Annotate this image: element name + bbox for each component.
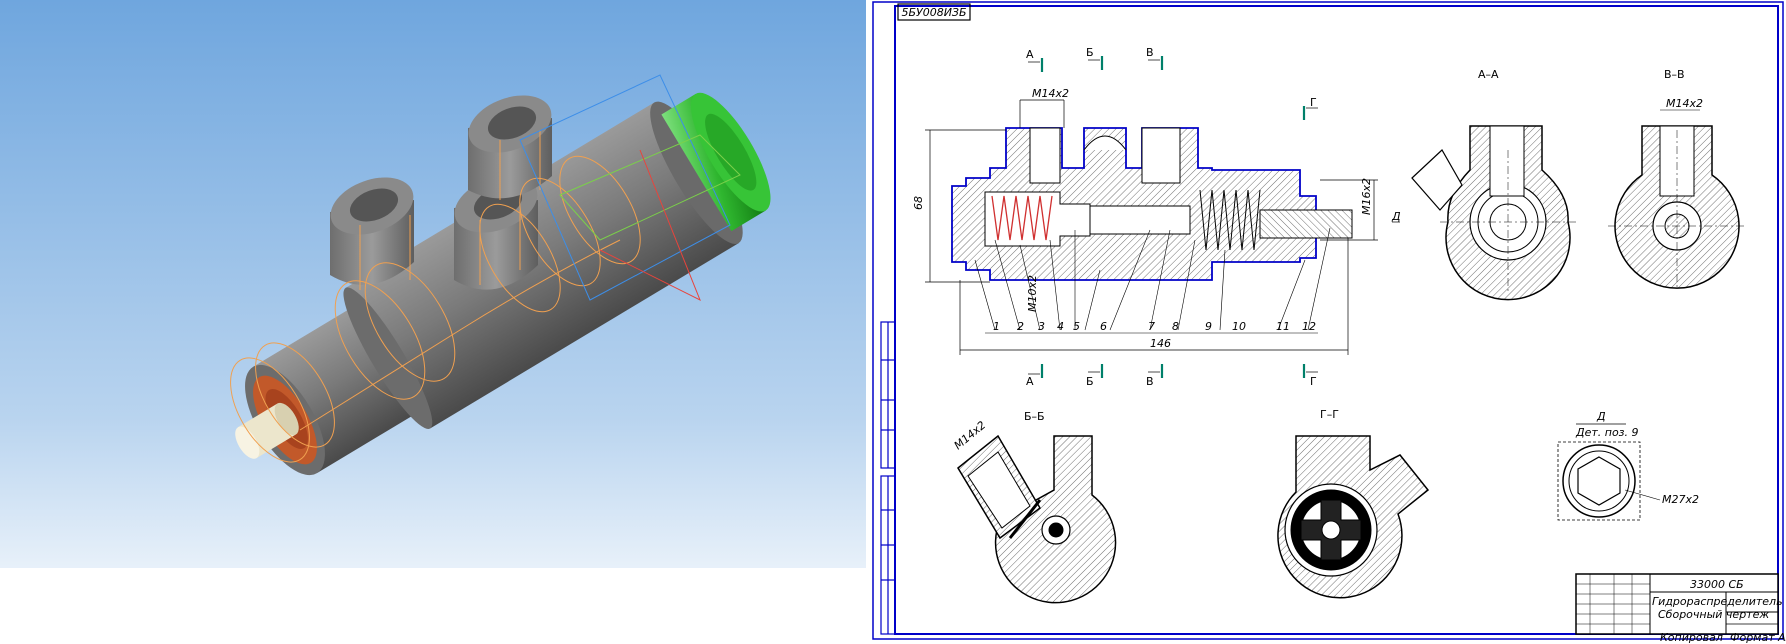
callout-6: 6	[1100, 320, 1107, 333]
cut-label-g-top: Г	[1310, 96, 1317, 109]
cut-label-b-bottom: Б	[1086, 375, 1094, 388]
title-name: Гидрораспределитель	[1652, 595, 1783, 608]
top-stamp: 5БУ008ИЗБ	[897, 3, 971, 21]
callout-9: 9	[1205, 320, 1212, 333]
dim-length: 146	[1150, 337, 1171, 350]
section-g-g-label: Г–Г	[1320, 408, 1339, 421]
top-stamp-text: 5БУ008ИЗБ	[901, 6, 966, 19]
view-arrow-d: Д	[1391, 210, 1401, 223]
callout-2: 2	[1017, 320, 1024, 333]
view-d-label: Д	[1596, 410, 1606, 423]
thread-d: M27x2	[1662, 493, 1699, 506]
thread-vv: M14x2	[1666, 97, 1703, 110]
callout-8: 8	[1172, 320, 1179, 333]
cut-label-v-top: В	[1146, 46, 1154, 59]
cut-label-a-top: А	[1026, 48, 1034, 61]
title-block: 33000 СБ Гидрораспределитель Сборочный ч…	[1575, 573, 1786, 644]
cut-label-b-top: Б	[1086, 46, 1094, 59]
model-viewport[interactable]	[0, 0, 866, 644]
callout-5: 5	[1073, 320, 1080, 333]
thread-top: M14x2	[1032, 87, 1069, 100]
drawing-sheet[interactable]: 5БУ008ИЗБ 68 146 M14x2 M16x2 M10x2 1 2 3…	[870, 0, 1786, 644]
section-b-b-label: Б–Б	[1024, 410, 1045, 423]
section-a-a-label: А–А	[1478, 68, 1499, 81]
section-v-v-label: В–В	[1664, 68, 1685, 81]
cut-label-g-bottom: Г	[1310, 375, 1317, 388]
cad-screen: 5БУ008ИЗБ 68 146 M14x2 M16x2 M10x2 1 2 3…	[0, 0, 1786, 644]
callout-10: 10	[1232, 320, 1246, 333]
thread-right: M16x2	[1360, 178, 1373, 215]
title-code: 33000 СБ	[1690, 578, 1744, 591]
callout-7: 7	[1148, 320, 1155, 333]
cut-label-a-bottom: А	[1026, 375, 1034, 388]
callout-3: 3	[1038, 320, 1045, 333]
title-footer-left: Копировал	[1660, 631, 1723, 644]
view-d-sub: Дет. поз. 9	[1575, 426, 1639, 439]
title-footer-right: Формат А3	[1730, 631, 1786, 644]
cut-label-v-bottom: В	[1146, 375, 1154, 388]
thread-left: M10x2	[1026, 275, 1039, 312]
callout-1: 1	[993, 320, 1000, 333]
callout-11: 11	[1276, 320, 1290, 333]
callout-4: 4	[1057, 320, 1064, 333]
title-doc-type: Сборочный чертеж	[1658, 608, 1769, 621]
callout-12: 12	[1302, 320, 1316, 333]
dim-height: 68	[912, 196, 925, 210]
